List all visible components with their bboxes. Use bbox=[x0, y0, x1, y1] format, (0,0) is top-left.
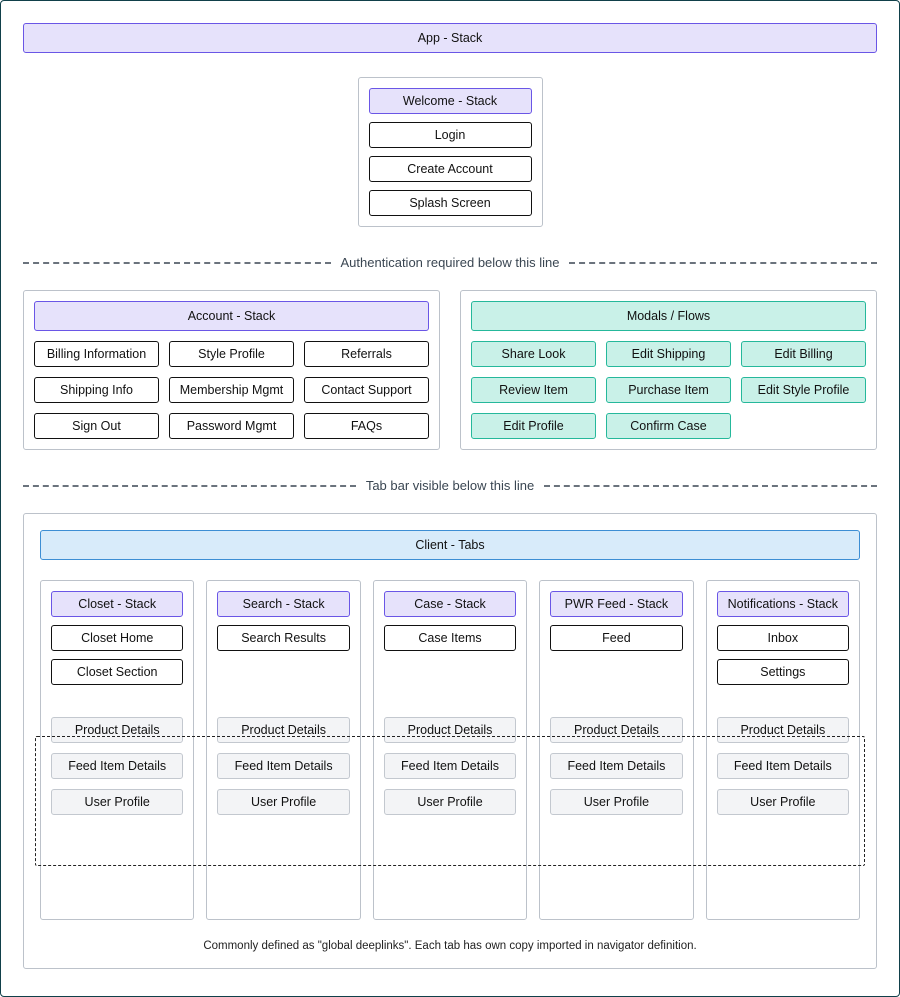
tab-panel-closet: Closet - Stack Closet Home Closet Sectio… bbox=[40, 580, 194, 920]
deeplink-item: Product Details bbox=[550, 717, 682, 743]
deeplink-item: User Profile bbox=[717, 789, 849, 815]
auth-divider-label: Authentication required below this line bbox=[341, 255, 560, 270]
deeplink-item: Feed Item Details bbox=[717, 753, 849, 779]
modal-item: Review Item bbox=[471, 377, 596, 403]
tab-title: Search - Stack bbox=[217, 591, 349, 617]
account-item: Contact Support bbox=[304, 377, 429, 403]
tab-item: Settings bbox=[717, 659, 849, 685]
tab-title: Closet - Stack bbox=[51, 591, 183, 617]
account-item: Membership Mgmt bbox=[169, 377, 294, 403]
account-item: Billing Information bbox=[34, 341, 159, 367]
deeplink-item: Feed Item Details bbox=[384, 753, 516, 779]
welcome-panel: Welcome - Stack Login Create Account Spl… bbox=[358, 77, 543, 227]
modal-item: Confirm Case bbox=[606, 413, 731, 439]
account-item: Referrals bbox=[304, 341, 429, 367]
deeplink-item: Product Details bbox=[384, 717, 516, 743]
account-item: Password Mgmt bbox=[169, 413, 294, 439]
diagram-canvas: App - Stack Welcome - Stack Login Create… bbox=[0, 0, 900, 997]
tabs-row: Closet - Stack Closet Home Closet Sectio… bbox=[40, 580, 860, 920]
tab-panel-pwr-feed: PWR Feed - Stack Feed Product Details Fe… bbox=[539, 580, 693, 920]
tab-item: Feed bbox=[550, 625, 682, 651]
deeplink-item: User Profile bbox=[51, 789, 183, 815]
account-item: FAQs bbox=[304, 413, 429, 439]
tabbar-divider-label: Tab bar visible below this line bbox=[366, 478, 534, 493]
tab-item: Case Items bbox=[384, 625, 516, 651]
deeplink-item: Feed Item Details bbox=[51, 753, 183, 779]
welcome-stack-pill: Welcome - Stack bbox=[369, 88, 532, 114]
tab-title: PWR Feed - Stack bbox=[550, 591, 682, 617]
tab-panel-search: Search - Stack Search Results Product De… bbox=[206, 580, 360, 920]
deeplink-item: User Profile bbox=[217, 789, 349, 815]
welcome-item: Login bbox=[369, 122, 532, 148]
modal-item: Edit Profile bbox=[471, 413, 596, 439]
tab-title: Case - Stack bbox=[384, 591, 516, 617]
modal-item: Edit Shipping bbox=[606, 341, 731, 367]
deeplink-item: Product Details bbox=[51, 717, 183, 743]
welcome-item: Splash Screen bbox=[369, 190, 532, 216]
auth-divider: Authentication required below this line bbox=[23, 255, 877, 270]
modal-item: Purchase Item bbox=[606, 377, 731, 403]
modal-item: Edit Billing bbox=[741, 341, 866, 367]
tab-item: Closet Section bbox=[51, 659, 183, 685]
app-stack-pill: App - Stack bbox=[23, 23, 877, 53]
welcome-item: Create Account bbox=[369, 156, 532, 182]
modals-title-pill: Modals / Flows bbox=[471, 301, 866, 331]
client-tabs-pill: Client - Tabs bbox=[40, 530, 860, 560]
tab-item: Inbox bbox=[717, 625, 849, 651]
tab-title: Notifications - Stack bbox=[717, 591, 849, 617]
account-panel: Account - Stack Billing Information Styl… bbox=[23, 290, 440, 450]
tab-item: Closet Home bbox=[51, 625, 183, 651]
modal-item: Edit Style Profile bbox=[741, 377, 866, 403]
account-item: Sign Out bbox=[34, 413, 159, 439]
deeplink-item: Feed Item Details bbox=[550, 753, 682, 779]
tab-panel-case: Case - Stack Case Items Product Details … bbox=[373, 580, 527, 920]
deeplink-item: Feed Item Details bbox=[217, 753, 349, 779]
account-stack-pill: Account - Stack bbox=[34, 301, 429, 331]
modals-panel: Modals / Flows Share Look Edit Shipping … bbox=[460, 290, 877, 450]
client-panel: Client - Tabs Closet - Stack Closet Home… bbox=[23, 513, 877, 969]
modal-item: Share Look bbox=[471, 341, 596, 367]
deeplinks-footnote: Commonly defined as "global deeplinks". … bbox=[40, 940, 860, 952]
account-item: Shipping Info bbox=[34, 377, 159, 403]
deeplink-item: Product Details bbox=[217, 717, 349, 743]
tabbar-divider: Tab bar visible below this line bbox=[23, 478, 877, 493]
tab-panel-notifications: Notifications - Stack Inbox Settings Pro… bbox=[706, 580, 860, 920]
deeplink-item: Product Details bbox=[717, 717, 849, 743]
tab-item: Search Results bbox=[217, 625, 349, 651]
account-item: Style Profile bbox=[169, 341, 294, 367]
deeplink-item: User Profile bbox=[550, 789, 682, 815]
deeplink-item: User Profile bbox=[384, 789, 516, 815]
